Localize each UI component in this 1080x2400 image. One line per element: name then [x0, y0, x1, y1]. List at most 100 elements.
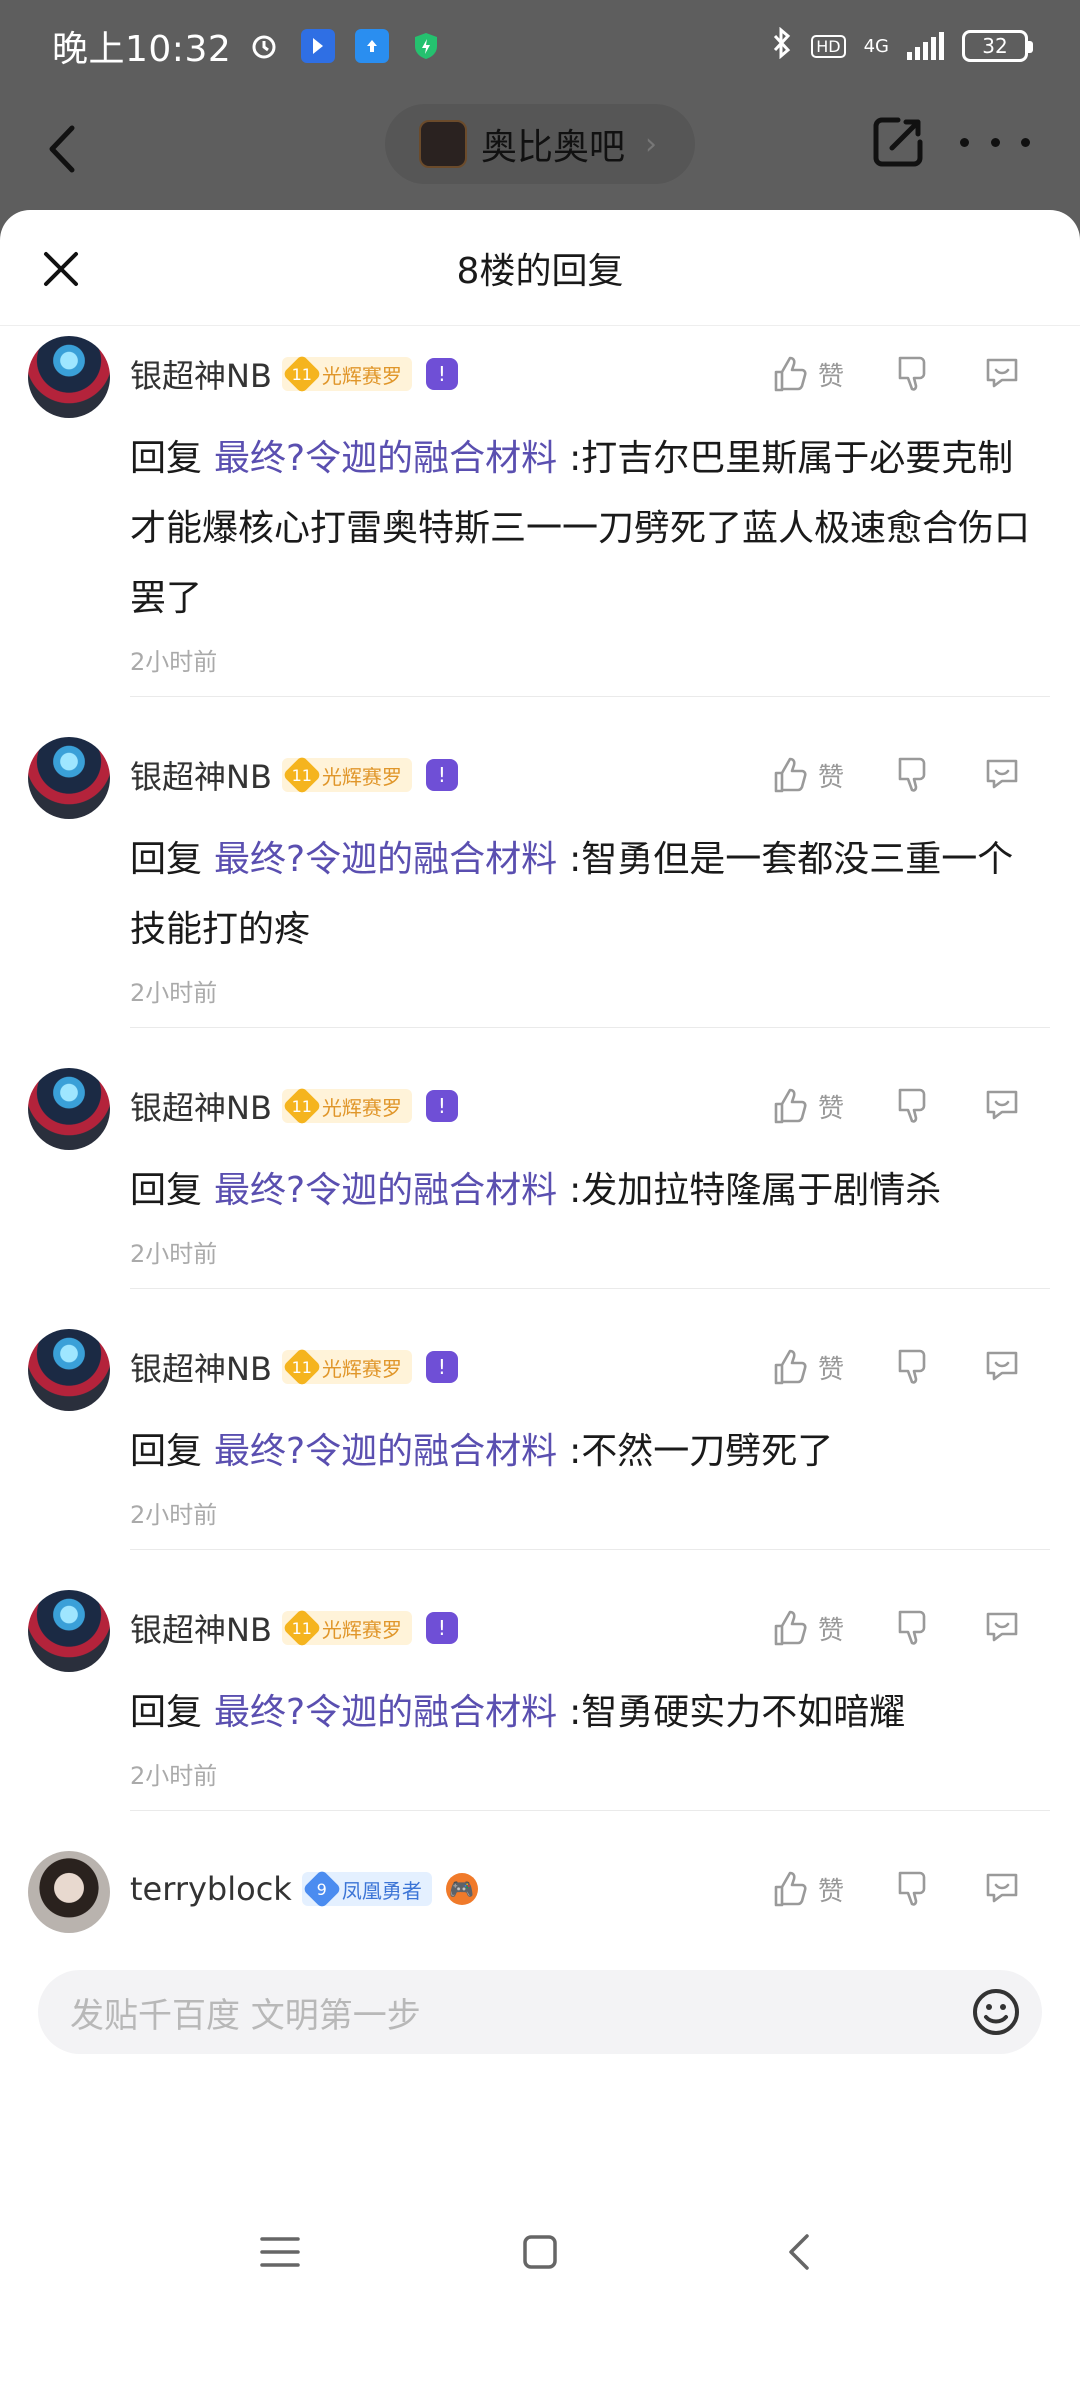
status-notification-icons	[247, 29, 443, 63]
like-button[interactable]: 赞	[770, 755, 844, 795]
reply-button[interactable]	[982, 1084, 1022, 1128]
level-badge: 11 光辉赛罗	[281, 755, 412, 795]
reply-button[interactable]	[982, 1606, 1022, 1650]
reply-item[interactable]: 银超神NB 11 光辉赛罗 ! 赞 回复 最终?令迦的融合材料:发加拉特隆属于…	[0, 1058, 1080, 1289]
chevron-right-icon: ›	[645, 126, 658, 162]
user-name[interactable]: 银超神NB	[130, 752, 272, 798]
reply-content: 回复 最终?令迦的融合材料:智勇硬实力不如暗耀	[130, 1678, 1050, 1748]
user-name[interactable]: terryblock	[130, 1870, 292, 1908]
reply-item[interactable]: 银超神NB 11 光辉赛罗 ! 赞 回复 最终?令迦的融合材料:打吉尔巴里斯属…	[0, 326, 1080, 697]
reply-header: 银超神NB 11 光辉赛罗 ! 赞	[28, 1058, 1050, 1154]
dislike-button[interactable]	[892, 1867, 932, 1911]
reply-target-user[interactable]: 最终?令迦的融合材料	[214, 1692, 557, 1733]
avatar[interactable]	[28, 1068, 110, 1150]
system-nav-bar	[0, 2110, 1080, 2400]
reply-prefix: 回复	[130, 839, 203, 880]
reply-list: 银超神NB 11 光辉赛罗 ! 赞 回复 最终?令迦的融合材料:打吉尔巴里斯属…	[0, 326, 1080, 2057]
reply-timestamp: 2小时前	[130, 1762, 218, 1790]
forum-link[interactable]: 奥比奥吧 ›	[385, 104, 695, 184]
level-badge: 11 光辉赛罗	[281, 1608, 412, 1648]
avatar[interactable]	[28, 336, 110, 418]
reply-header: 银超神NB 11 光辉赛罗 ! 赞	[28, 727, 1050, 823]
network-type: 4G	[863, 35, 889, 57]
reply-timestamp: 2小时前	[130, 1501, 218, 1529]
reply-content: 回复 最终?令迦的融合材料:不然一刀劈死了	[130, 1417, 1050, 1487]
reply-button[interactable]	[982, 1867, 1022, 1911]
close-button[interactable]	[38, 246, 84, 292]
like-button[interactable]: 赞	[770, 1086, 844, 1126]
reply-button[interactable]	[982, 352, 1022, 396]
comment-icon	[986, 1351, 1018, 1381]
reply-item[interactable]: 银超神NB 11 光辉赛罗 ! 赞 回复 最终?令迦的融合材料:智勇硬实力不如…	[0, 1580, 1080, 1811]
user-name[interactable]: 银超神NB	[130, 351, 272, 397]
avatar[interactable]	[28, 737, 110, 819]
reply-divider	[130, 1288, 1050, 1289]
reply-button[interactable]	[982, 1345, 1022, 1389]
menu-icon	[260, 2237, 300, 2267]
back-button[interactable]	[40, 114, 90, 184]
level-badge: 9 凤凰勇者	[301, 1869, 432, 1909]
reply-target-user[interactable]: 最终?令迦的融合材料	[214, 839, 557, 880]
user-name[interactable]: 银超神NB	[130, 1083, 272, 1129]
reply-button[interactable]	[982, 753, 1022, 797]
thumb-down-icon	[898, 757, 926, 792]
like-button[interactable]: 赞	[770, 354, 844, 394]
nav-back-button[interactable]	[770, 2222, 830, 2282]
emoji-button[interactable]	[970, 1986, 1022, 2038]
thumb-down-icon	[898, 1088, 926, 1123]
thumb-up-icon	[774, 1349, 807, 1385]
reply-actions: 赞	[770, 1867, 1022, 1911]
level-title: 光辉赛罗	[321, 363, 402, 388]
home-icon	[523, 2235, 557, 2269]
reply-target-user[interactable]: 最终?令迦的融合材料	[214, 438, 557, 479]
like-button[interactable]: 赞	[770, 1869, 844, 1909]
level-badge: 11 光辉赛罗	[281, 354, 412, 394]
thumb-down-icon	[898, 1871, 926, 1906]
reply-content: 回复 最终?令迦的融合材料:智勇但是一套都没三重一个技能打的疼	[130, 825, 1050, 965]
user-name[interactable]: 银超神NB	[130, 1344, 272, 1390]
reply-text: :不然一刀劈死了	[569, 1431, 834, 1472]
chevron-left-icon	[49, 125, 75, 173]
reply-actions: 赞	[770, 753, 1022, 797]
reply-divider	[130, 1549, 1050, 1550]
nav-menu-button[interactable]	[250, 2222, 310, 2282]
dislike-button[interactable]	[892, 1345, 932, 1389]
more-button[interactable]	[960, 112, 1030, 172]
level-title: 凤凰勇者	[341, 1878, 422, 1903]
member-badge-icon: 🎮	[445, 1873, 478, 1905]
avatar[interactable]	[28, 1329, 110, 1411]
user-name[interactable]: 银超神NB	[130, 1605, 272, 1651]
thumb-up-icon	[774, 1871, 807, 1907]
share-icon	[873, 117, 923, 167]
level-number: 11	[291, 1618, 313, 1638]
back-icon	[789, 2234, 809, 2270]
avatar[interactable]	[28, 1590, 110, 1672]
dislike-button[interactable]	[892, 352, 932, 396]
reply-item[interactable]: 银超神NB 11 光辉赛罗 ! 赞 回复 最终?令迦的融合材料:智勇但是一套都…	[0, 727, 1080, 1028]
comment-icon	[986, 759, 1018, 789]
reply-target-user[interactable]: 最终?令迦的融合材料	[214, 1170, 557, 1211]
battery-level: 32	[982, 34, 1008, 58]
level-icon: 11	[282, 1347, 322, 1387]
reply-item[interactable]: 银超神NB 11 光辉赛罗 ! 赞 回复 最终?令迦的融合材料:不然一刀劈死了…	[0, 1319, 1080, 1550]
dislike-button[interactable]	[892, 1606, 932, 1650]
member-badge-icon: !	[425, 1351, 458, 1383]
nav-home-button[interactable]	[510, 2222, 570, 2282]
comment-icon	[986, 1090, 1018, 1120]
like-button[interactable]: 赞	[770, 1347, 844, 1387]
share-button[interactable]	[868, 112, 928, 172]
reply-text: :发加拉特隆属于剧情杀	[569, 1170, 942, 1211]
like-label: 赞	[817, 361, 844, 392]
app-notification-icon	[301, 29, 336, 63]
like-label: 赞	[817, 1615, 844, 1646]
comment-input[interactable]: 发贴千百度 文明第一步	[38, 1970, 1042, 2054]
reply-divider	[130, 1810, 1050, 1811]
like-button[interactable]: 赞	[770, 1608, 844, 1648]
emoji-icon	[973, 1989, 1019, 2035]
avatar[interactable]	[28, 1851, 110, 1933]
thumb-down-icon	[898, 1610, 926, 1645]
reply-target-user[interactable]: 最终?令迦的融合材料	[214, 1431, 557, 1472]
dislike-button[interactable]	[892, 753, 932, 797]
hd-badge: HD	[811, 34, 846, 58]
dislike-button[interactable]	[892, 1084, 932, 1128]
